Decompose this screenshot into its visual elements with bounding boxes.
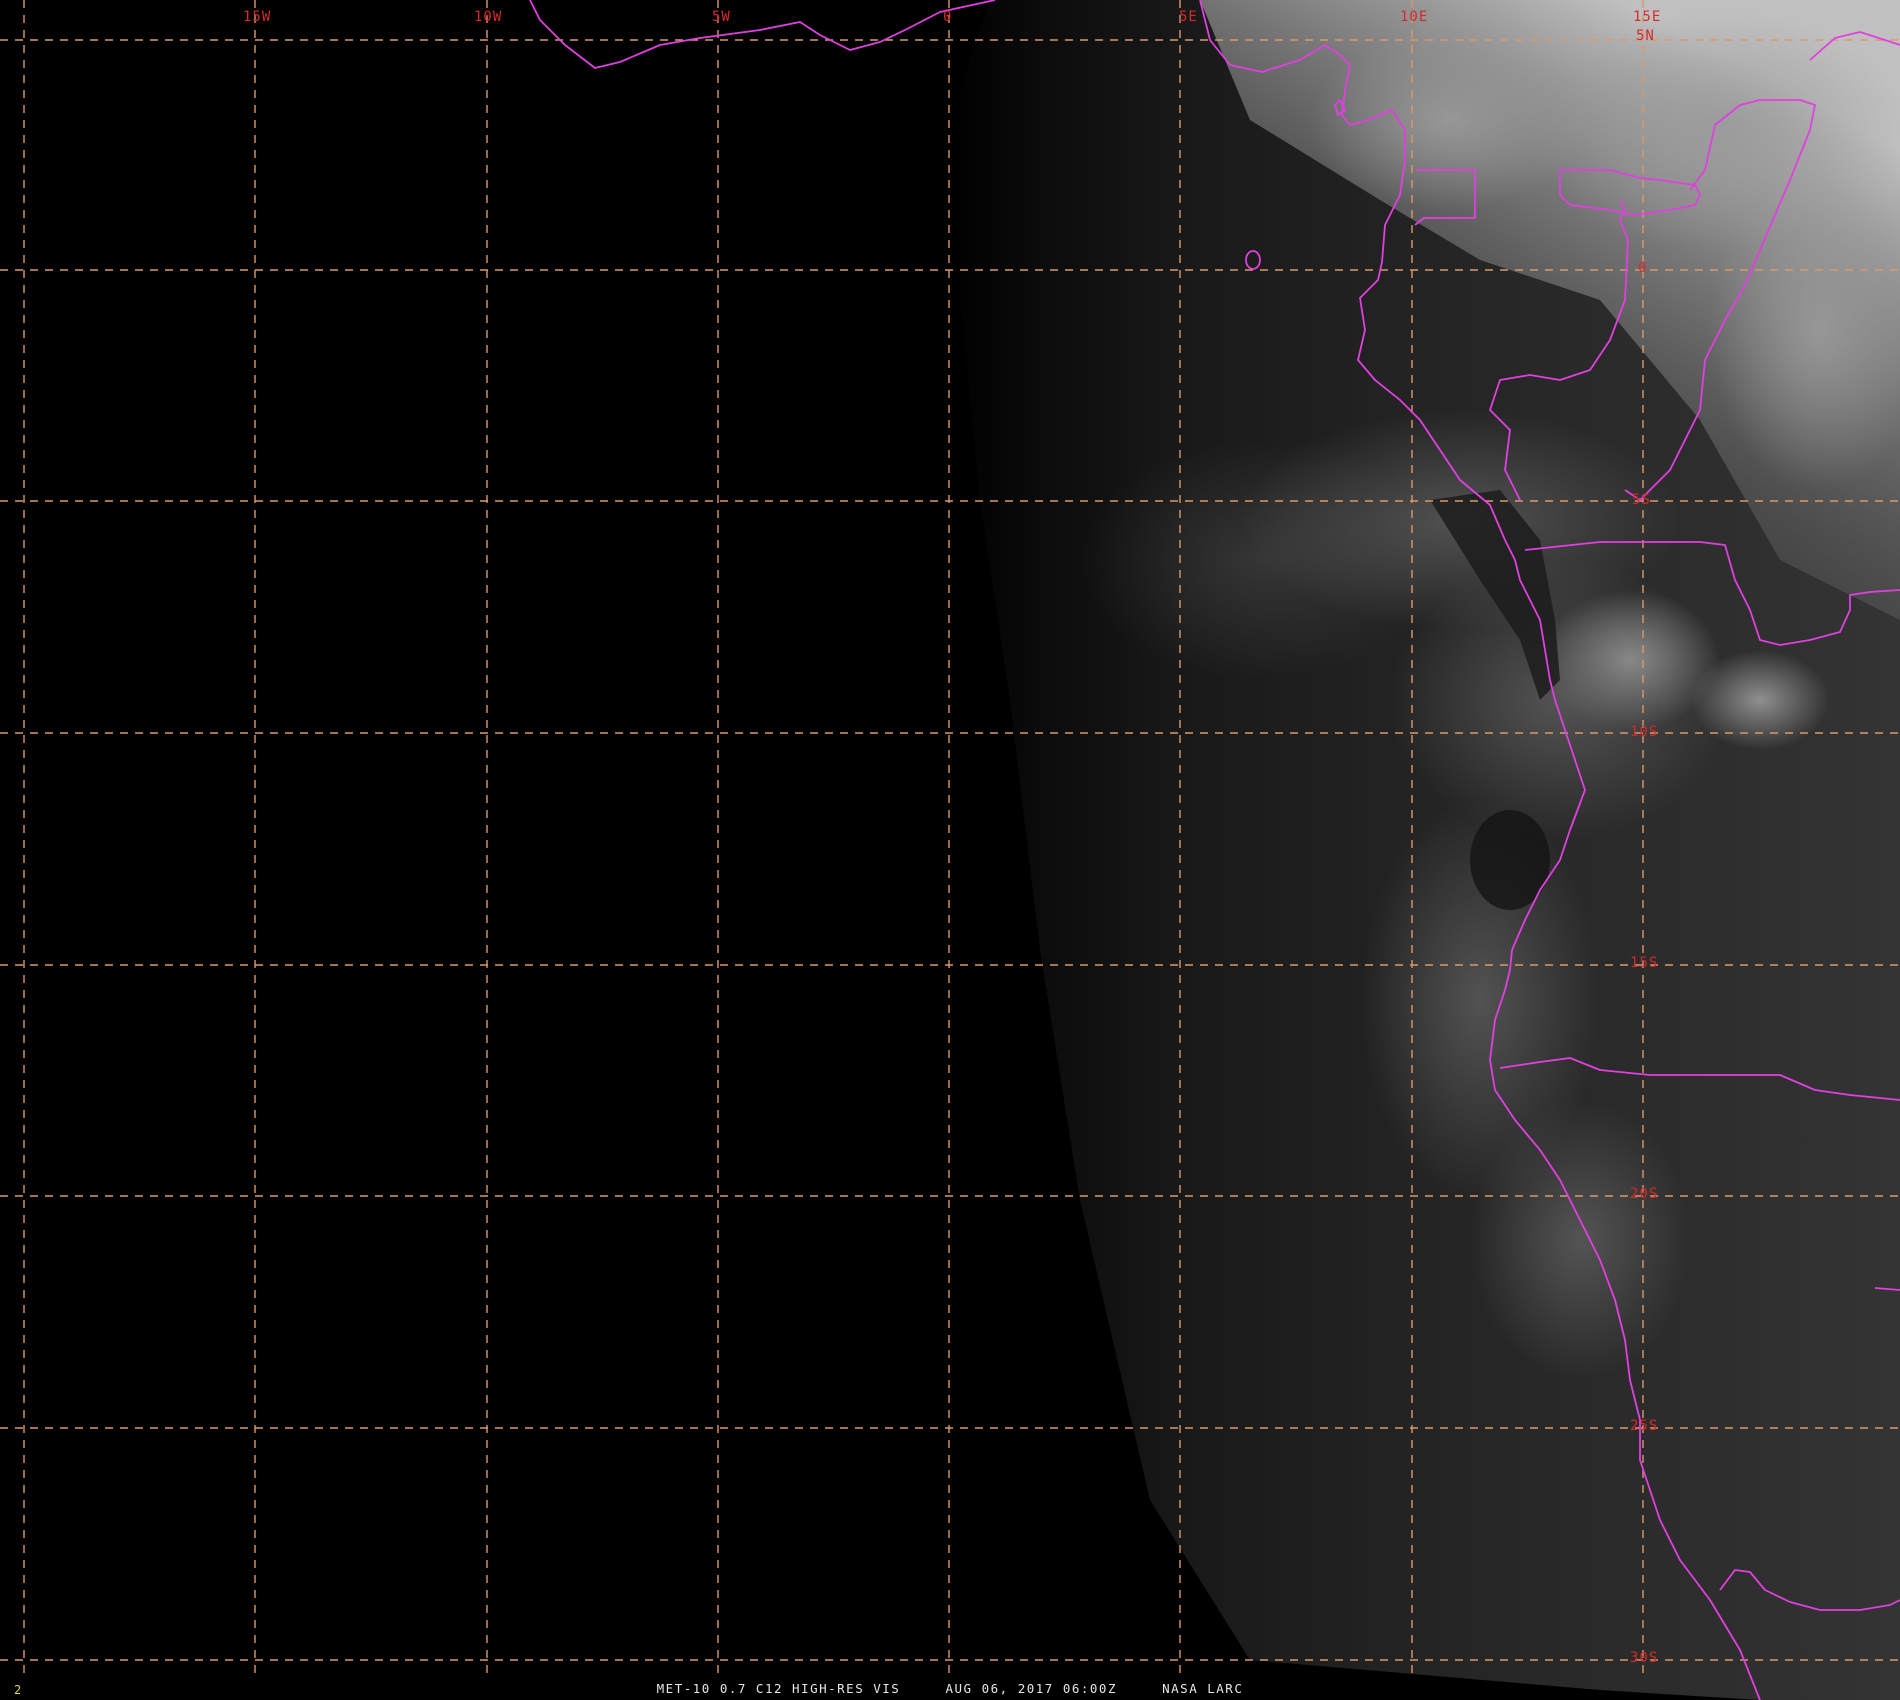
- latitude-label: 15S: [1630, 955, 1659, 971]
- stratus-deck: [1390, 560, 1730, 840]
- data-source: NASA LARC: [1162, 1681, 1244, 1696]
- longitude-label: 5W: [712, 9, 731, 25]
- longitude-label: 0: [943, 9, 953, 25]
- cloud-cluster: [1310, 30, 1590, 210]
- longitude-label: 15E: [1633, 9, 1662, 25]
- satellite-imagery-layer: [0, 0, 1900, 1700]
- latitude-label: 5N: [1636, 28, 1655, 44]
- image-caption: MET-10 0.7 C12 HIGH-RES VIS AUG 06, 2017…: [0, 1681, 1900, 1696]
- latitude-label: 30S: [1630, 1650, 1659, 1666]
- latitude-label: 20S: [1630, 1186, 1659, 1202]
- longitude-label: 5E: [1179, 9, 1198, 25]
- longitude-label: 10W: [474, 9, 503, 25]
- stratus-deck: [1470, 1100, 1690, 1380]
- coastline-west-africa: [529, 0, 996, 69]
- latitude-label: 0: [1638, 260, 1648, 276]
- longitude-label: 10E: [1400, 9, 1429, 25]
- latitude-label: 5S: [1632, 492, 1651, 508]
- product-title: MET-10 0.7 C12 HIGH-RES VIS: [656, 1681, 901, 1696]
- timestamp: AUG 06, 2017 06:00Z: [945, 1681, 1117, 1696]
- satellite-image: 15W 10W 5W 0 5E 10E 15E 5N 0 5S 10S 15S …: [0, 0, 1900, 1700]
- latitude-label: 10S: [1630, 724, 1659, 740]
- longitude-label: 15W: [243, 9, 272, 25]
- stratus-deck: [1080, 440, 1440, 680]
- latitude-label: 25S: [1630, 1418, 1659, 1434]
